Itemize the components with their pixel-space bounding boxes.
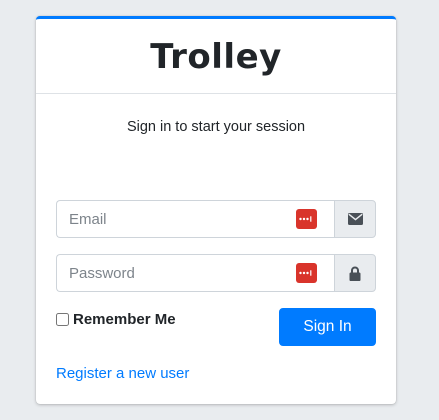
register-link[interactable]: Register a new user [56,365,189,382]
login-box-message: Sign in to start your session [126,119,306,135]
password-manager-icon[interactable] [296,263,317,283]
email-input-wrap [56,200,334,238]
email-input[interactable] [56,200,334,238]
password-input-group [56,254,376,292]
remember-me-label: Remember Me [73,311,176,328]
login-card: Trolley Sign in to start your session Em… [36,16,396,404]
card-header: Trolley [36,19,396,94]
remember-me-checkbox[interactable] [56,313,69,326]
password-input[interactable] [56,254,334,292]
password-manager-dots-icon [299,270,312,276]
email-addon [334,200,376,238]
email-input-group [56,200,376,238]
password-input-wrap [56,254,334,292]
sign-in-button[interactable]: Sign In [279,308,376,346]
password-manager-icon[interactable] [296,209,317,229]
password-manager-dots-icon [299,216,312,222]
lock-icon [349,266,361,281]
brand-title[interactable]: Trolley [150,37,282,77]
password-addon [334,254,376,292]
remember-me[interactable]: Remember Me [56,311,176,328]
envelope-icon [347,213,363,225]
